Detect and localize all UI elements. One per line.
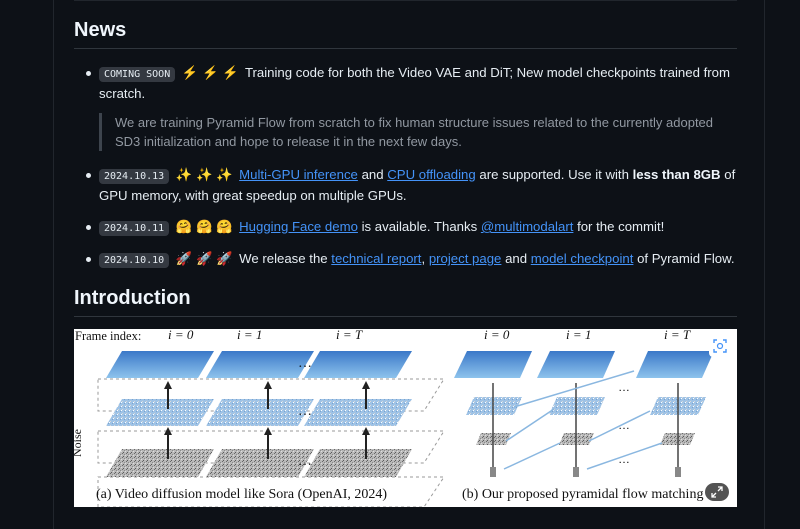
news-item-2024-10-10: 2024.10.10 🚀 🚀 🚀 We release the technica… bbox=[86, 249, 739, 270]
panel-b: … … … bbox=[454, 351, 714, 477]
introduction-heading: Introduction bbox=[74, 287, 737, 317]
svg-text:…: … bbox=[298, 356, 312, 371]
label-right-i1: i = 1 bbox=[566, 329, 592, 342]
news-text: and bbox=[505, 251, 528, 266]
zoom-icon[interactable] bbox=[709, 335, 731, 357]
expand-icon[interactable] bbox=[705, 483, 729, 501]
project-page-link[interactable]: project page bbox=[429, 251, 502, 266]
label-right-iT: i = T bbox=[664, 329, 691, 342]
hugging-face-emoji: 🤗 🤗 🤗 bbox=[175, 219, 233, 234]
label-right-i0: i = 0 bbox=[484, 329, 510, 342]
multimodalart-link[interactable]: @multimodalart bbox=[481, 219, 574, 234]
cpu-offloading-link[interactable]: CPU offloading bbox=[387, 167, 475, 182]
bold-text: less than 8GB bbox=[632, 167, 721, 182]
bullet bbox=[86, 225, 91, 230]
bullet bbox=[86, 257, 91, 262]
news-text: is available. Thanks bbox=[361, 219, 478, 234]
svg-text:…: … bbox=[618, 452, 630, 466]
badge-coming-soon: COMING SOON bbox=[99, 67, 176, 82]
news-text: and bbox=[361, 167, 384, 182]
news-item-2024-10-13: 2024.10.13 ✨ ✨ ✨ Multi-GPU inference and… bbox=[86, 165, 739, 205]
svg-text:…: … bbox=[618, 418, 630, 432]
news-text: We release the bbox=[239, 251, 328, 266]
model-checkpoint-link[interactable]: model checkpoint bbox=[531, 251, 634, 266]
news-item-2024-10-11: 2024.10.11 🤗 🤗 🤗 Hugging Face demo is av… bbox=[86, 217, 739, 238]
content-border-right bbox=[764, 0, 765, 529]
panel-a: … … … bbox=[97, 351, 445, 507]
svg-text:…: … bbox=[298, 404, 312, 419]
news-text: for the commit! bbox=[577, 219, 665, 234]
badge-date: 2024.10.10 bbox=[99, 253, 170, 268]
bullet bbox=[86, 173, 91, 178]
caption-a: (a) Video diffusion model like Sora (Ope… bbox=[96, 487, 388, 502]
separator: , bbox=[421, 251, 426, 266]
label-left-i0: i = 0 bbox=[168, 329, 194, 342]
news-text: are supported. Use it with bbox=[479, 167, 629, 182]
caption-b: (b) Our proposed pyramidal flow matching bbox=[462, 487, 704, 502]
multi-gpu-link[interactable]: Multi-GPU inference bbox=[239, 167, 358, 182]
badge-date: 2024.10.11 bbox=[99, 221, 170, 236]
noise-axis-label: Noise bbox=[74, 429, 84, 457]
svg-text:…: … bbox=[618, 380, 630, 394]
news-text: of Pyramid Flow. bbox=[637, 251, 735, 266]
zap-emoji: ⚡ ⚡ ⚡ bbox=[181, 65, 239, 80]
blockquote: We are training Pyramid Flow from scratc… bbox=[99, 113, 735, 151]
label-left-iT: i = T bbox=[336, 329, 363, 342]
svg-text:…: … bbox=[298, 454, 312, 469]
news-heading: News bbox=[74, 19, 737, 49]
pyramid-flow-figure[interactable]: … … … … … … Frame index: i = 0 i = 1 i =… bbox=[74, 329, 737, 507]
badge-date: 2024.10.13 bbox=[99, 169, 170, 184]
figure-illustration: … … … … … … bbox=[97, 351, 714, 507]
rocket-emoji: 🚀 🚀 🚀 bbox=[175, 251, 233, 266]
divider bbox=[74, 0, 737, 1]
sparkles-emoji: ✨ ✨ ✨ bbox=[175, 167, 233, 182]
bullet bbox=[86, 71, 91, 76]
frame-index-label: Frame index: bbox=[75, 329, 142, 343]
label-left-i1: i = 1 bbox=[237, 329, 263, 342]
technical-report-link[interactable]: technical report bbox=[331, 251, 421, 266]
hugging-face-demo-link[interactable]: Hugging Face demo bbox=[239, 219, 358, 234]
news-item-coming-soon: COMING SOON ⚡ ⚡ ⚡ Training code for both… bbox=[86, 63, 739, 103]
content-border-left bbox=[53, 0, 54, 529]
